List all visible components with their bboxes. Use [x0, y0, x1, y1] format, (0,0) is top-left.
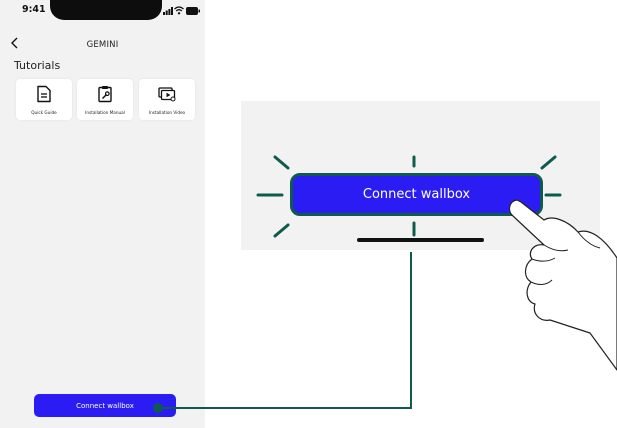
status-bar: 9:41 [0, 0, 205, 26]
card-label: Installation Video [148, 110, 186, 115]
battery-icon [186, 7, 200, 15]
status-icons [163, 6, 203, 16]
home-indicator [357, 238, 484, 242]
tutorials-heading: Tutorials [14, 59, 61, 72]
tutorial-card-quick-guide[interactable]: Quick Guide [16, 79, 72, 120]
tutorial-card-installation-video[interactable]: Installation Video [139, 79, 195, 120]
phone-notch [50, 0, 162, 20]
phone-screen: 9:41 GEMINI Tutorials Quick Guide Instal… [0, 0, 205, 428]
signal-icon [163, 7, 173, 15]
connect-wallbox-button-zoomed[interactable]: Connect wallbox [290, 173, 543, 216]
page-title: GEMINI [86, 40, 119, 50]
wifi-icon [174, 6, 184, 15]
nav-bar: GEMINI [0, 32, 205, 56]
connect-wallbox-button[interactable]: Connect wallbox [34, 394, 176, 417]
status-time: 9:41 [22, 4, 46, 15]
document-icon [37, 85, 51, 103]
tutorial-card-installation-manual[interactable]: Installation Manual [77, 79, 133, 120]
card-label: Quick Guide [31, 110, 57, 115]
card-label: Installation Manual [85, 110, 125, 115]
video-play-icon [158, 87, 176, 102]
clipboard-wrench-icon [98, 86, 112, 103]
